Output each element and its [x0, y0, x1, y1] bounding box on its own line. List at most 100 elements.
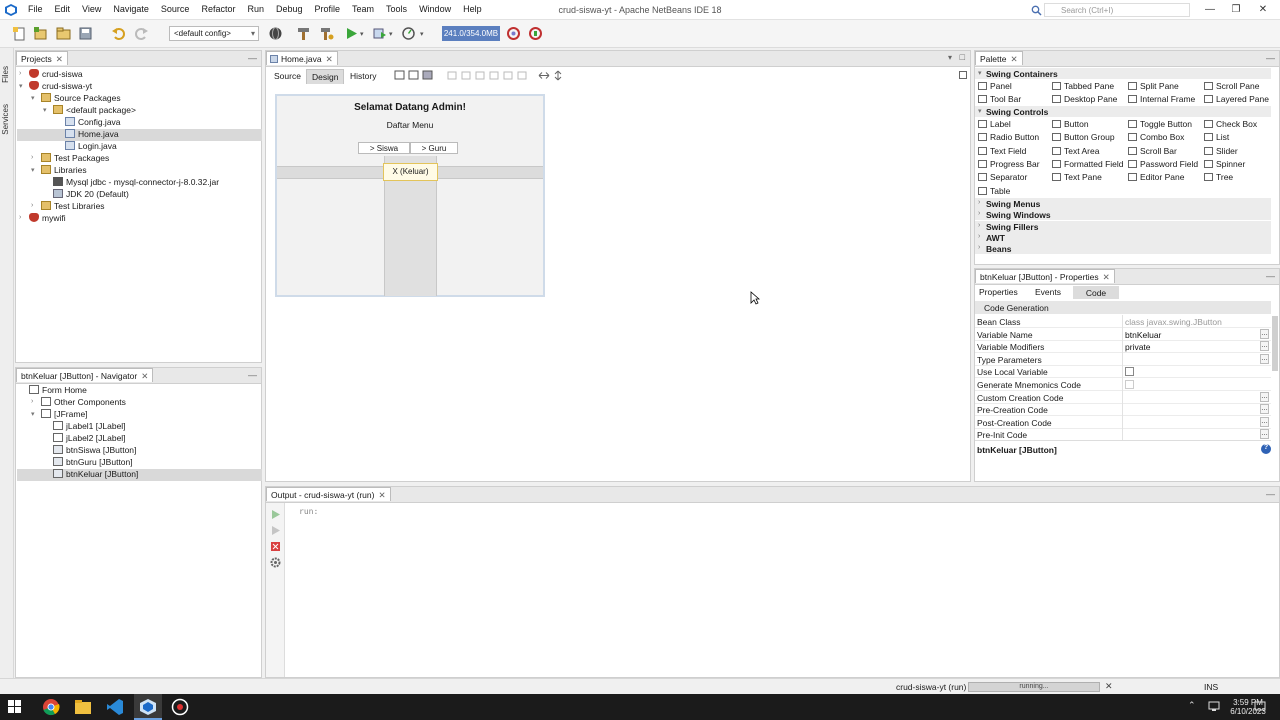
maximize-icon[interactable]: ❐	[1229, 4, 1243, 16]
chevron-down-icon[interactable]: ▾	[31, 410, 35, 418]
palette-category[interactable]: AWT	[986, 233, 1005, 243]
palette-category[interactable]: Swing Windows	[986, 210, 1051, 220]
ellipsis-button[interactable]: …	[1260, 353, 1269, 364]
palette-item[interactable]: Tool Bar	[978, 94, 1021, 104]
palette-category[interactable]: Beans	[986, 244, 1012, 254]
palette-item[interactable]: Table	[978, 186, 1010, 196]
tab-home-java[interactable]: Home.java ✕	[266, 51, 338, 65]
chevron-down-icon[interactable]: ▾	[31, 166, 35, 174]
tab-palette[interactable]: Palette ✕	[975, 51, 1023, 65]
stop-icon[interactable]	[270, 541, 281, 552]
save-all-icon[interactable]	[78, 26, 93, 41]
palette-item[interactable]: Text Pane	[1052, 172, 1102, 182]
navigator-item[interactable]: btnKeluar [JButton]	[17, 469, 262, 481]
preview-design-icon[interactable]	[959, 71, 967, 79]
menu-refactor[interactable]: Refactor	[195, 4, 241, 14]
tree-item[interactable]: Mysql jdbc - mysql-connector-j-8.0.32.ja…	[17, 177, 262, 189]
build-hammer-icon[interactable]	[296, 26, 311, 41]
palette-item[interactable]: List	[1204, 132, 1229, 142]
ellipsis-button[interactable]: …	[1260, 416, 1269, 427]
close-icon[interactable]: ✕	[1103, 272, 1110, 282]
align-tools-icons[interactable]	[447, 70, 527, 81]
palette-category[interactable]: Swing Controls	[986, 107, 1048, 117]
tree-item[interactable]: Config.java	[17, 117, 262, 129]
selection-mode-icons[interactable]	[394, 70, 434, 81]
config-select[interactable]: <default config> ▾	[169, 26, 259, 41]
palette-item[interactable]: Check Box	[1204, 119, 1257, 129]
chevron-right-icon[interactable]: ›	[31, 398, 33, 405]
cancel-task-icon[interactable]: ✕	[1105, 681, 1113, 692]
ellipsis-button[interactable]: …	[1260, 328, 1269, 339]
subtab-code[interactable]: Code	[1073, 286, 1119, 299]
palette-category[interactable]: Swing Menus	[986, 199, 1040, 209]
tree-item[interactable]: Home.java	[17, 129, 262, 141]
file-explorer-icon[interactable]	[74, 699, 92, 715]
redo-icon[interactable]	[134, 26, 149, 41]
tree-item[interactable]: ▾ Libraries	[17, 165, 262, 177]
profile-icon[interactable]	[401, 26, 416, 41]
navigator-item[interactable]: btnGuru [JButton]	[17, 457, 262, 469]
properties-scrollbar[interactable]	[1272, 316, 1278, 371]
menu-navigate[interactable]: Navigate	[107, 4, 155, 14]
palette-item[interactable]: Text Field	[978, 146, 1026, 156]
btn-guru[interactable]: > Guru	[410, 142, 458, 154]
palette-category[interactable]: Swing Containers	[986, 69, 1058, 79]
chrome-icon[interactable]	[42, 698, 60, 716]
minimize-panel-icon[interactable]: —	[1266, 53, 1275, 63]
minimize-panel-icon[interactable]: —	[248, 370, 257, 380]
chevron-right-icon[interactable]: ›	[978, 244, 980, 251]
windows-start-icon[interactable]	[8, 700, 22, 714]
ellipsis-button[interactable]: …	[1260, 341, 1269, 352]
palette-item[interactable]: Spinner	[1204, 159, 1245, 169]
tab-list-icon[interactable]: ▾	[948, 53, 952, 62]
property-row[interactable]: Generate Mnemonics Code	[975, 378, 1271, 391]
menu-tools[interactable]: Tools	[380, 4, 413, 14]
chevron-down-icon[interactable]: ▾	[31, 94, 35, 102]
tree-item[interactable]: ▾ crud-siswa-yt	[17, 81, 262, 93]
memory-indicator[interactable]: 241.0/354.0MB	[442, 26, 500, 41]
chevron-down-icon[interactable]: ▾	[43, 106, 47, 114]
tree-item[interactable]: › Test Libraries	[17, 201, 262, 213]
menu-team[interactable]: Team	[346, 4, 380, 14]
navigator-item[interactable]: ▾ [JFrame]	[17, 409, 262, 421]
minimize-panel-icon[interactable]: —	[1266, 489, 1275, 499]
new-file-icon[interactable]	[12, 26, 27, 41]
palette-item[interactable]: Panel	[978, 81, 1012, 91]
minimize-icon[interactable]: —	[1203, 4, 1217, 16]
palette-item[interactable]: Desktop Pane	[1052, 94, 1117, 104]
navigator-item[interactable]: jLabel2 [JLabel]	[17, 433, 262, 445]
maximize-editor-icon[interactable]: □	[960, 52, 965, 62]
close-icon[interactable]: ✕	[1256, 4, 1270, 16]
profile-snapshot-icon[interactable]	[528, 26, 543, 41]
gc-icon[interactable]	[506, 26, 521, 41]
notification-icon[interactable]	[1254, 701, 1266, 712]
palette-item[interactable]: Button	[1052, 119, 1089, 129]
tree-item[interactable]: ▾ Source Packages	[17, 93, 262, 105]
property-row[interactable]: Variable Modifiers private…	[975, 340, 1271, 354]
palette-item[interactable]: Layered Pane	[1204, 94, 1269, 104]
property-value[interactable]: private	[1125, 342, 1151, 352]
tab-source[interactable]: Source	[269, 69, 306, 83]
close-icon[interactable]: ✕	[141, 371, 148, 381]
palette-item[interactable]: Tree	[1204, 172, 1233, 182]
btn-siswa[interactable]: > Siswa	[358, 142, 410, 154]
menu-help[interactable]: Help	[457, 4, 488, 14]
files-tab[interactable]: Files	[1, 66, 10, 83]
navigator-item[interactable]: › Other Components	[17, 397, 262, 409]
palette-item[interactable]: Text Area	[1052, 146, 1099, 156]
menu-window[interactable]: Window	[413, 4, 457, 14]
property-row[interactable]: Type Parameters…	[975, 352, 1271, 366]
close-icon[interactable]: ✕	[378, 490, 385, 500]
palette-item[interactable]: Slider	[1204, 146, 1238, 156]
subtab-events[interactable]: Events	[1035, 287, 1061, 297]
chevron-down-icon[interactable]: ▾	[978, 107, 982, 115]
chevron-right-icon[interactable]: ›	[31, 154, 33, 161]
chevron-right-icon[interactable]: ›	[978, 222, 980, 229]
form-subtitle-label[interactable]: Daftar Menu	[277, 120, 543, 130]
chevron-right-icon[interactable]: ›	[19, 214, 21, 221]
status-task[interactable]: crud-siswa-yt (run)	[896, 682, 966, 692]
property-row[interactable]: Use Local Variable	[975, 365, 1271, 379]
new-project-icon[interactable]	[33, 26, 48, 41]
navigator-item[interactable]: Form Home	[17, 385, 262, 397]
vscode-icon[interactable]	[106, 698, 124, 716]
